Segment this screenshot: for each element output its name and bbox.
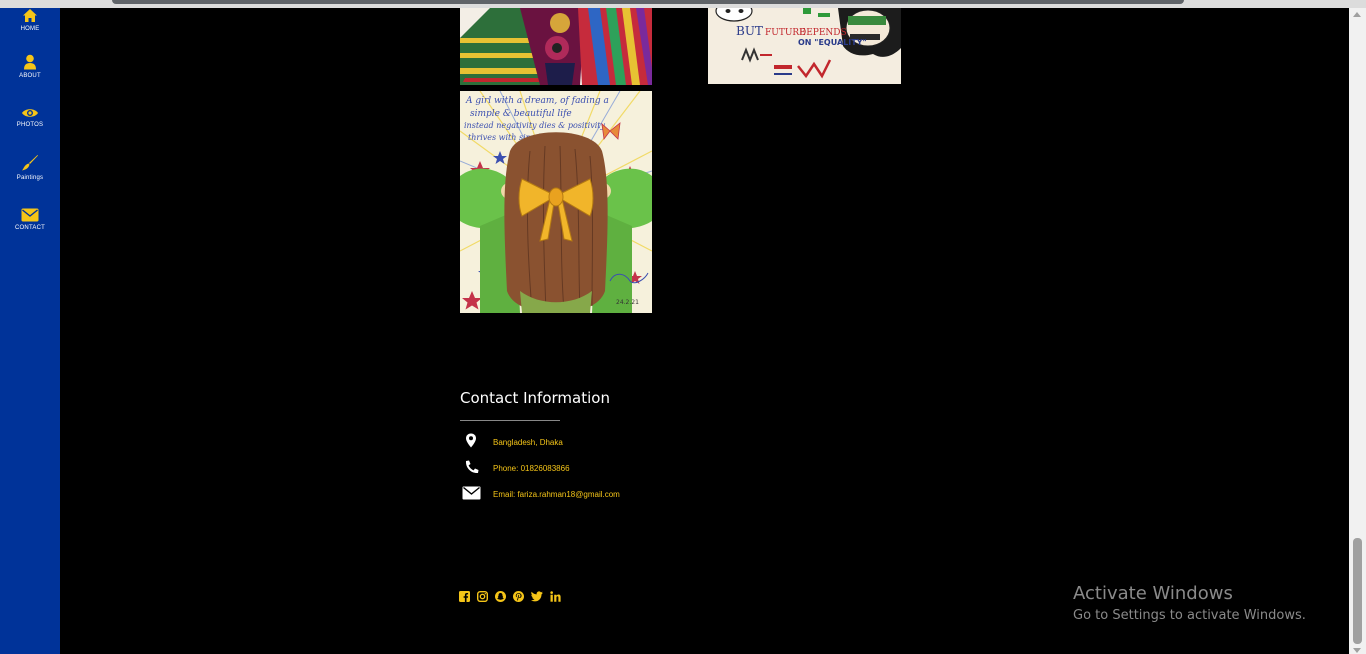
sidebar-item-label: Paintings [16,175,44,181]
sidebar-item-photos[interactable]: PHOTOS [0,107,60,128]
envelope-icon [21,208,39,222]
sidebar-item-label: ABOUT [19,73,41,79]
contact-divider [460,420,560,421]
browser-top-strip [0,0,1366,8]
painting-text-line-1: A girl with a dream, of fading a [465,96,609,106]
linkedin-icon[interactable] [550,587,562,606]
browser-tab [112,0,1184,4]
sidebar-item-home[interactable]: HOME [0,8,60,32]
scroll-down-arrow-icon[interactable] [1353,648,1361,653]
eye-icon [22,109,38,117]
user-icon [24,54,36,70]
activate-windows-title: Activate Windows [1073,583,1233,604]
painting-equality-poster[interactable]: BUT FUTURE DEPENDS ON "EQUALITY" [708,8,901,84]
windows-activation-watermark: Activate Windows Go to Settings to activ… [1073,583,1306,623]
contact-phone[interactable]: Phone: 01826083866 [493,464,570,473]
envelope-icon [460,485,482,504]
home-icon [23,9,37,22]
poster-text-but: BUT [736,24,763,38]
painting-girl-with-bow[interactable]: A girl with a dream, of fading a simple … [460,91,652,313]
pinterest-icon[interactable] [513,587,525,606]
facebook-icon[interactable] [459,587,470,606]
sidebar-item-label: PHOTOS [16,122,44,128]
sidebar-item-paintings[interactable]: Paintings [0,154,60,181]
activate-windows-subtitle: Go to Settings to activate Windows. [1073,608,1306,623]
contact-email[interactable]: Email: fariza.rahman18@gmail.com [493,490,620,499]
sidebar-item-contact[interactable]: CONTACT [0,208,60,231]
painting-colorful-figure[interactable] [460,8,652,85]
painting-signature-date: 24.2.21 [616,299,639,306]
snapchat-icon[interactable] [495,587,507,606]
sidebar-nav: HOME ABOUT PHOTOS Paintings CONTACT [0,8,60,654]
map-marker-icon [460,433,482,452]
scroll-up-arrow-icon[interactable] [1353,12,1361,17]
contact-address: Bangladesh, Dhaka [493,438,563,447]
phone-icon [460,459,482,478]
paintbrush-icon [22,155,38,171]
social-links [459,587,563,603]
painting-text-line-3: instead negativity dies & positivity [464,121,606,130]
contact-title: Contact Information [460,389,610,407]
painting-text-line-2: simple & beautiful life [470,109,572,119]
poster-text-depends: DEPENDS [799,28,847,38]
sidebar-item-label: CONTACT [15,225,45,231]
instagram-icon[interactable] [477,587,489,606]
sidebar-item-about[interactable]: ABOUT [0,54,60,79]
page-scrollbar[interactable] [1349,8,1366,654]
scrollbar-thumb[interactable] [1353,538,1362,644]
sidebar-item-label: HOME [20,26,40,32]
poster-text-equality: ON "EQUALITY" [798,38,867,47]
twitter-icon[interactable] [531,587,544,606]
